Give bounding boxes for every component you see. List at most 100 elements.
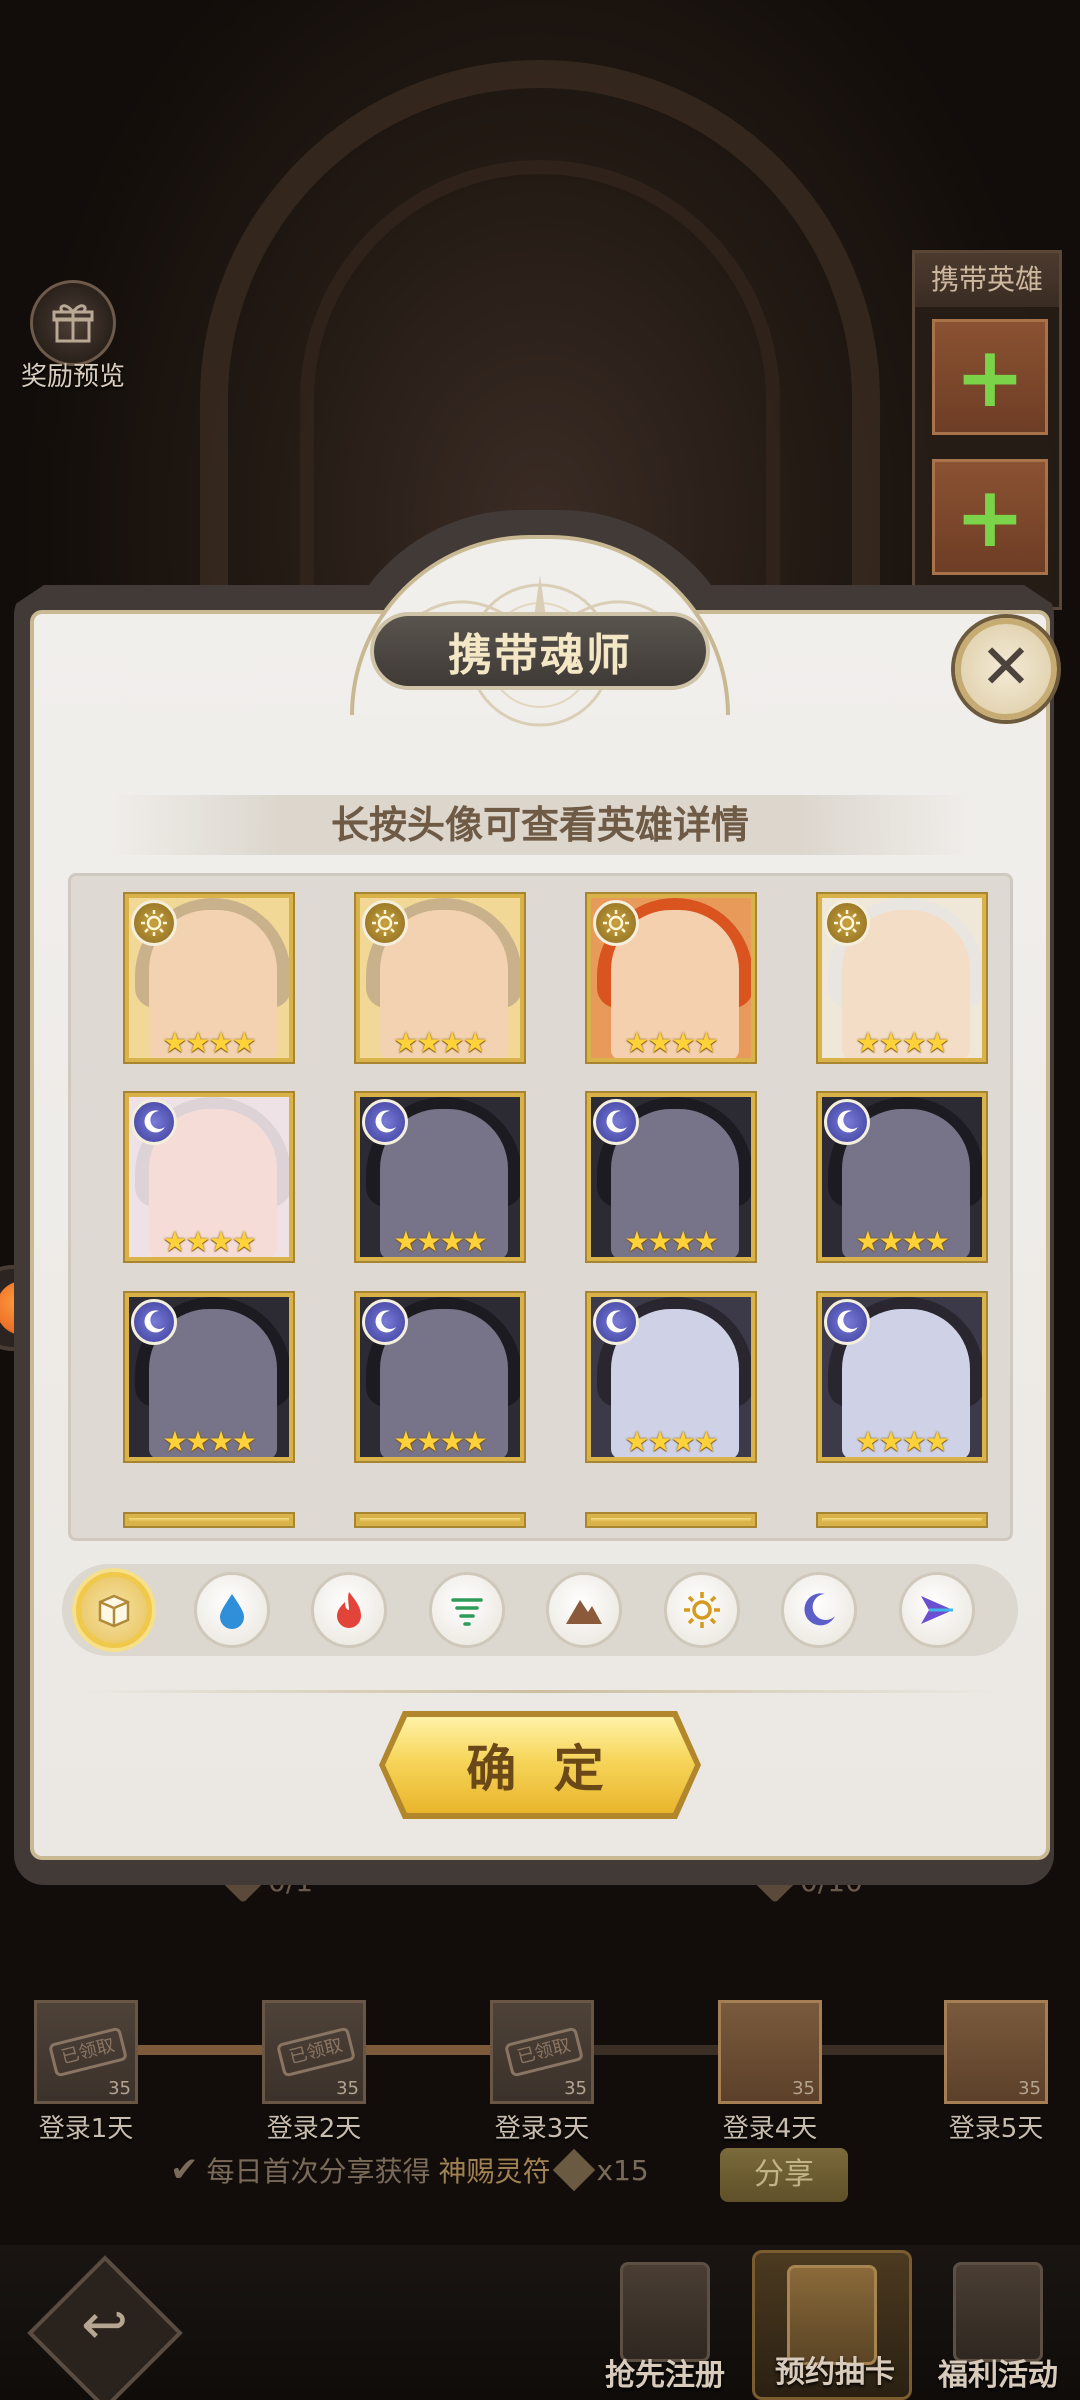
filter-light-sun[interactable] [663, 1572, 740, 1648]
share-text: 每日首次分享获得 [206, 2155, 431, 2188]
close-icon: ✕ [980, 630, 1032, 703]
wind-icon [445, 1588, 489, 1632]
hero-card[interactable]: ★★★★ [817, 1292, 986, 1461]
cards-icon [620, 2262, 710, 2362]
carry-slot-1[interactable]: + [932, 319, 1048, 435]
filter-water-drop[interactable] [193, 1572, 270, 1648]
login-day-label: 登录5天 [948, 2114, 1044, 2144]
dark-element-icon [592, 1098, 639, 1145]
light-element-icon [130, 899, 177, 946]
reward-box: 已领取 35 [34, 2000, 138, 2104]
reward-count: 35 [336, 2078, 359, 2099]
login-day-3[interactable]: 已领取 35 登录3天 [472, 2000, 612, 2145]
hero-card[interactable]: ★★★★ [355, 893, 524, 1062]
carry-slot-2[interactable]: + [932, 459, 1048, 575]
claimed-stamp: 已领取 [275, 2026, 357, 2078]
hero-card-partial[interactable] [355, 1514, 524, 1526]
hero-card[interactable]: ★★★★ [817, 1092, 986, 1261]
filter-earth-mountain[interactable] [546, 1572, 622, 1648]
hint-text: 长按头像可查看英雄详情 [330, 802, 749, 847]
star-rating: ★★★★ [624, 1424, 718, 1458]
carry-heroes-panel: 携带英雄 + + [912, 250, 1062, 610]
share-reward-name: 神赐灵符 [438, 2155, 551, 2188]
reward-preview-button[interactable]: 奖励预览 [18, 280, 128, 392]
dark-element-icon [823, 1098, 870, 1145]
reward-count: 35 [1018, 2078, 1041, 2099]
star-rating: ★★★★ [624, 1224, 718, 1258]
hero-card[interactable]: ★★★★ [817, 893, 986, 1062]
hero-card[interactable]: ★★★★ [355, 1292, 524, 1461]
dialog-title-plate: 携带魂师 [370, 612, 710, 690]
star-rating: ★★★★ [162, 1025, 256, 1059]
star-rating: ★★★★ [624, 1025, 718, 1059]
star-rating: ★★★★ [855, 1224, 949, 1258]
dark-element-icon [361, 1098, 408, 1145]
share-reward-row: ✔ 每日首次分享获得 神赐灵符 x15 [170, 2148, 649, 2192]
dark-element-icon [130, 1098, 177, 1145]
star-rating: ★★★★ [162, 1224, 256, 1258]
confirm-label: 确 定 [466, 1739, 614, 1798]
nav-early-register[interactable]: 抢先注册 [585, 2250, 745, 2400]
star-rating: ★★★★ [855, 1424, 949, 1458]
nav-welfare[interactable]: 福利活动 [918, 2250, 1078, 2400]
carry-heroes-title: 携带英雄 [915, 253, 1059, 307]
filter-fire[interactable] [311, 1572, 387, 1648]
all-box-icon [92, 1588, 136, 1632]
earth-mountain-icon [562, 1588, 606, 1632]
filter-all-box[interactable] [76, 1572, 152, 1648]
light-element-icon [592, 899, 639, 946]
checkmark-icon: ✔ [170, 2150, 199, 2190]
water-drop-icon [210, 1588, 254, 1632]
hero-card[interactable]: ★★★★ [124, 1092, 293, 1261]
plus-icon: + [954, 328, 1026, 426]
confirm-button[interactable]: 确 定 [385, 1717, 695, 1813]
fire-icon [327, 1588, 371, 1632]
login-day-2[interactable]: 已领取 35 登录2天 [244, 2000, 384, 2145]
hero-card[interactable]: ★★★★ [124, 1292, 293, 1461]
hero-card[interactable]: ★★★★ [586, 893, 755, 1062]
claimed-stamp: 已领取 [47, 2026, 129, 2078]
nav-reserve-draw[interactable]: 预约抽卡 [752, 2250, 912, 2400]
hero-card[interactable]: ★★★★ [586, 1292, 755, 1461]
reward-box: 35 [718, 2000, 822, 2104]
plus-icon: + [954, 468, 1026, 566]
dark-element-icon [823, 1298, 870, 1345]
star-rating: ★★★★ [393, 1424, 487, 1458]
share-multiplier: x15 [596, 2153, 649, 2187]
dark-element-icon [592, 1298, 639, 1345]
star-rating: ★★★★ [162, 1424, 256, 1458]
hero-card[interactable]: ★★★★ [124, 893, 293, 1062]
login-day-5[interactable]: 35 登录5天 [926, 2000, 1066, 2145]
claimed-stamp: 已领取 [503, 2026, 585, 2078]
dialog-title: 携带魂师 [448, 630, 632, 681]
share-button[interactable]: 分享 [720, 2148, 848, 2202]
token-icon [552, 2148, 595, 2192]
login-day-1[interactable]: 已领取 35 登录1天 [16, 2000, 156, 2145]
special-triangle-icon [915, 1588, 959, 1632]
login-day-4[interactable]: 35 登录4天 [700, 2000, 840, 2145]
divider [80, 1690, 1000, 1693]
reward-count: 35 [792, 2078, 815, 2099]
hero-card-partial[interactable] [124, 1514, 293, 1526]
filter-special-triangle[interactable] [898, 1572, 975, 1648]
hero-grid[interactable]: ★★★★ ★★★★ ★★★★ ★★★★ ★★★★ ★★★★ ★★★★ ★★★★ ★★★★ ★★★★… [68, 873, 1013, 1541]
close-button[interactable]: ✕ [955, 618, 1057, 720]
gift-icon [30, 280, 116, 366]
hero-card-partial[interactable] [586, 1514, 755, 1526]
hero-card-partial[interactable] [817, 1514, 986, 1526]
filter-dark-moon[interactable] [781, 1572, 857, 1648]
hint-banner: 长按头像可查看英雄详情 [110, 795, 970, 855]
dark-moon-icon [797, 1588, 841, 1632]
dark-element-icon [361, 1298, 408, 1345]
login-day-label: 登录1天 [38, 2114, 134, 2144]
light-element-icon [823, 899, 870, 946]
reward-box: 已领取 35 [262, 2000, 366, 2104]
star-rating: ★★★★ [393, 1224, 487, 1258]
filter-wind[interactable] [428, 1572, 505, 1648]
login-day-label: 登录3天 [494, 2114, 590, 2144]
hero-card[interactable]: ★★★★ [355, 1092, 524, 1261]
fortune-icon [953, 2262, 1043, 2362]
star-rating: ★★★★ [855, 1025, 949, 1059]
hero-card[interactable]: ★★★★ [586, 1092, 755, 1261]
back-arrow-icon: ↩ [81, 2292, 129, 2358]
